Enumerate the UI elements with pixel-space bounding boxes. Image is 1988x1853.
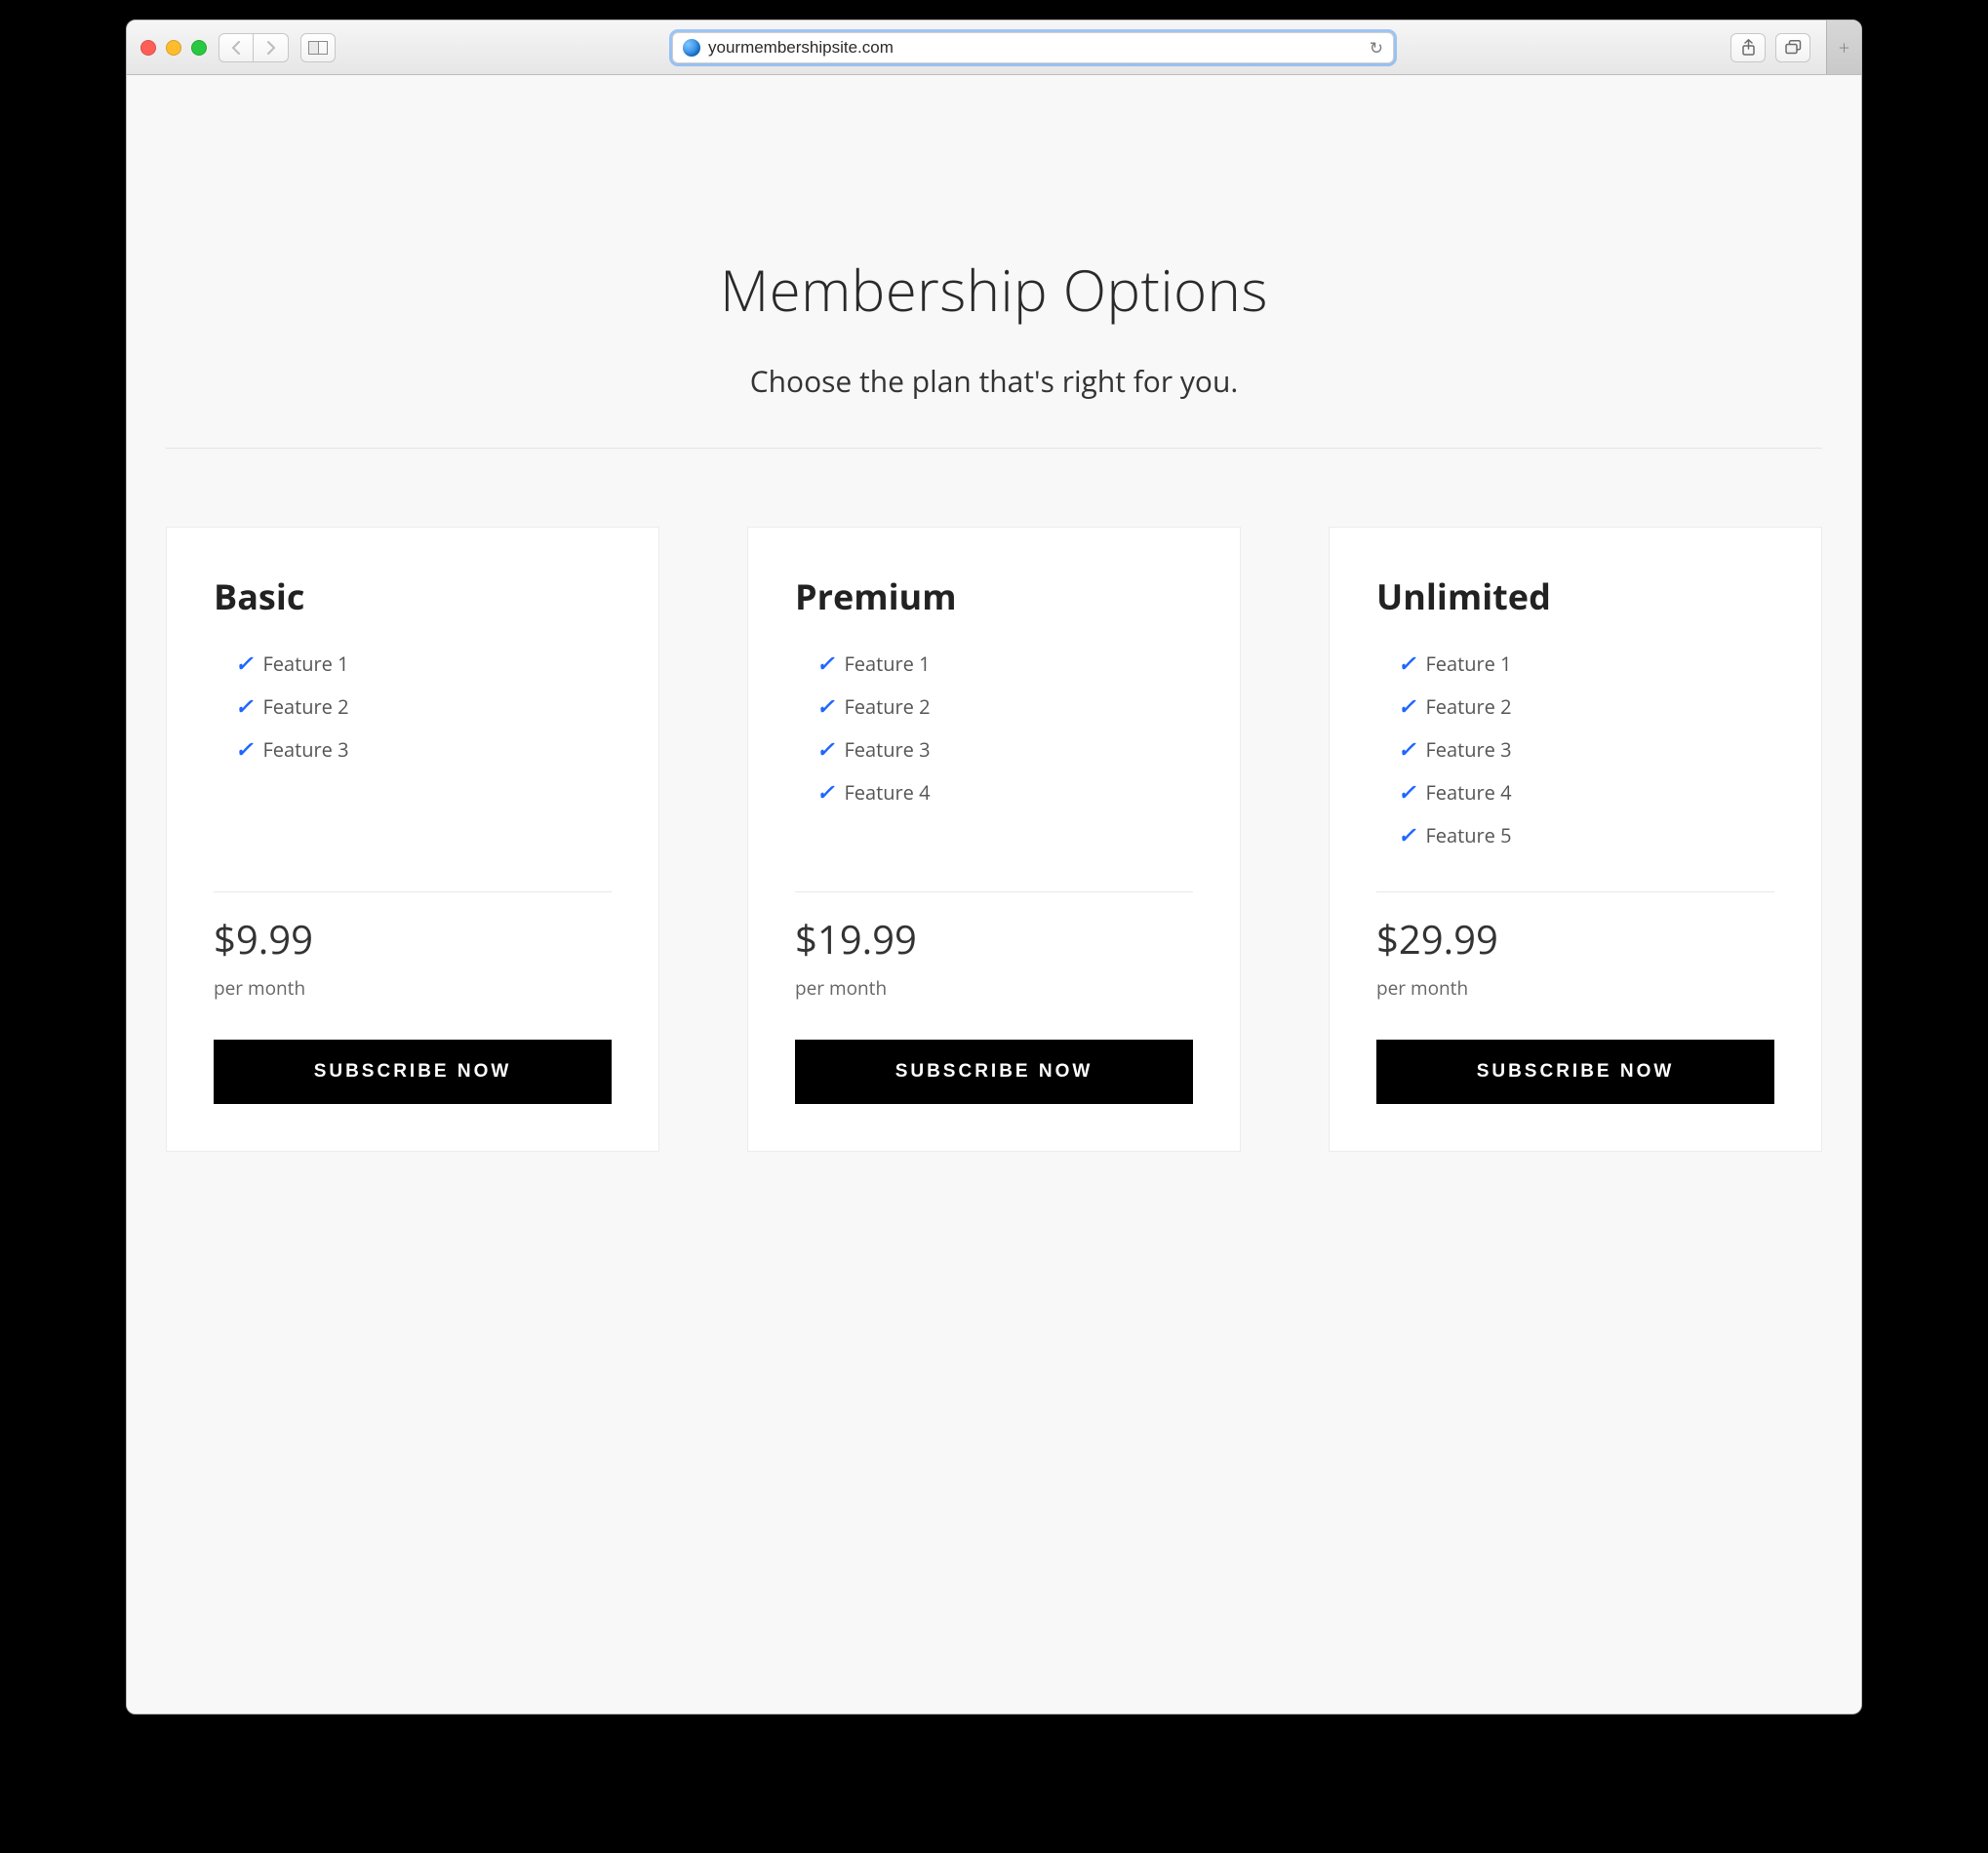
plan-divider [1376,891,1774,892]
feature-item: ✓ Feature 2 [235,685,612,728]
minimize-window-button[interactable] [166,40,181,56]
plan-features: ✓ Feature 1 ✓ Feature 2 ✓ Feature 3 ✓ Feature 4 [795,642,1193,813]
subscribe-button[interactable]: SUBSCRIBE NOW [1376,1040,1774,1104]
close-window-button[interactable] [140,40,156,56]
feature-label: Feature 2 [844,693,930,720]
feature-label: Feature 1 [844,651,930,677]
plan-card-premium: Premium ✓ Feature 1 ✓ Feature 2 ✓ Feature 3 ✓ Fe… [747,527,1241,1152]
address-bar[interactable]: ↻ [672,32,1394,63]
feature-label: Feature 1 [1425,651,1511,677]
feature-item: ✓ Feature 3 [1398,728,1774,770]
feature-label: Feature 4 [844,779,930,806]
feature-label: Feature 4 [1425,779,1511,806]
url-input[interactable] [708,38,1356,58]
tabs-icon [1785,40,1802,55]
check-icon: ✓ [1398,820,1415,849]
feature-label: Feature 3 [1425,736,1511,763]
globe-icon [683,39,700,57]
feature-label: Feature 1 [262,651,348,677]
check-icon: ✓ [235,691,253,721]
plus-icon: + [1839,34,1849,60]
feature-label: Feature 5 [1425,822,1511,848]
check-icon: ✓ [1398,691,1415,721]
plan-divider [214,891,612,892]
feature-item: ✓ Feature 1 [816,642,1193,685]
fullscreen-window-button[interactable] [191,40,207,56]
feature-item: ✓ Feature 3 [235,728,612,770]
plan-name: Unlimited [1376,572,1774,620]
plan-price: $9.99 [214,912,612,966]
window-controls [140,40,207,56]
plan-card-basic: Basic ✓ Feature 1 ✓ Feature 2 ✓ Feature 3 $9.99… [166,527,659,1152]
toolbar-right-group [1730,33,1810,62]
plan-period: per month [214,975,612,1001]
check-icon: ✓ [1398,649,1415,678]
address-bar-container: ↻ [347,32,1719,63]
check-icon: ✓ [816,734,834,764]
page-subtitle: Choose the plan that's right for you. [166,361,1822,401]
feature-item: ✓ Feature 4 [1398,770,1774,813]
tabs-overview-button[interactable] [1775,33,1810,62]
feature-label: Feature 2 [262,693,348,720]
plan-price: $19.99 [795,912,1193,966]
feature-label: Feature 2 [1425,693,1511,720]
page-title: Membership Options [166,251,1822,328]
feature-item: ✓ Feature 2 [1398,685,1774,728]
section-divider [166,448,1822,449]
check-icon: ✓ [816,777,834,807]
plan-name: Basic [214,572,612,620]
feature-item: ✓ Feature 5 [1398,813,1774,856]
plan-period: per month [1376,975,1774,1001]
feature-label: Feature 3 [262,736,348,763]
plan-card-unlimited: Unlimited✓Feature 1✓Feature 2✓Feature 3✓… [1329,527,1822,1152]
forward-button[interactable] [254,33,289,62]
plan-features: ✓ Feature 1 ✓ Feature 2 ✓ Feature 3 [214,642,612,770]
back-button[interactable] [219,33,254,62]
check-icon: ✓ [816,691,834,721]
nav-button-group [219,33,289,62]
new-tab-button[interactable]: + [1826,20,1861,74]
sidebar-icon [308,41,328,55]
browser-window: ↻ + Membership Options Choos [126,20,1862,1715]
chevron-right-icon [265,41,276,55]
share-button[interactable] [1730,33,1766,62]
check-icon: ✓ [235,649,253,678]
check-icon: ✓ [1398,777,1415,807]
feature-item: ✓ Feature 2 [816,685,1193,728]
subscribe-button[interactable]: SUBSCRIBE NOW [795,1040,1193,1104]
chevron-left-icon [231,41,242,55]
feature-item: ✓ Feature 4 [816,770,1193,813]
plan-name: Premium [795,572,1193,620]
check-icon: ✓ [816,649,834,678]
feature-item: ✓ Feature 3 [816,728,1193,770]
reload-button[interactable]: ↻ [1364,36,1383,59]
subscribe-button[interactable]: SUBSCRIBE NOW [214,1040,612,1104]
feature-item: ✓ Feature 1 [1398,642,1774,685]
check-icon: ✓ [1398,734,1415,764]
page-content: Membership Options Choose the plan that'… [127,75,1861,1714]
plans-grid: Basic ✓ Feature 1 ✓ Feature 2 ✓ Feature 3 $9.99… [166,527,1822,1152]
share-icon [1741,39,1756,57]
feature-label: Feature 3 [844,736,930,763]
browser-toolbar: ↻ + [127,20,1861,75]
sidebar-toggle-button[interactable] [300,33,336,62]
plan-features: ✓ Feature 1 ✓ Feature 2 ✓ Feature 3 ✓ Feature 4… [1376,642,1774,856]
plan-period: per month [795,975,1193,1001]
plan-divider [795,891,1193,892]
feature-item: ✓ Feature 1 [235,642,612,685]
check-icon: ✓ [235,734,253,764]
plan-price: $29.99 [1376,912,1774,966]
